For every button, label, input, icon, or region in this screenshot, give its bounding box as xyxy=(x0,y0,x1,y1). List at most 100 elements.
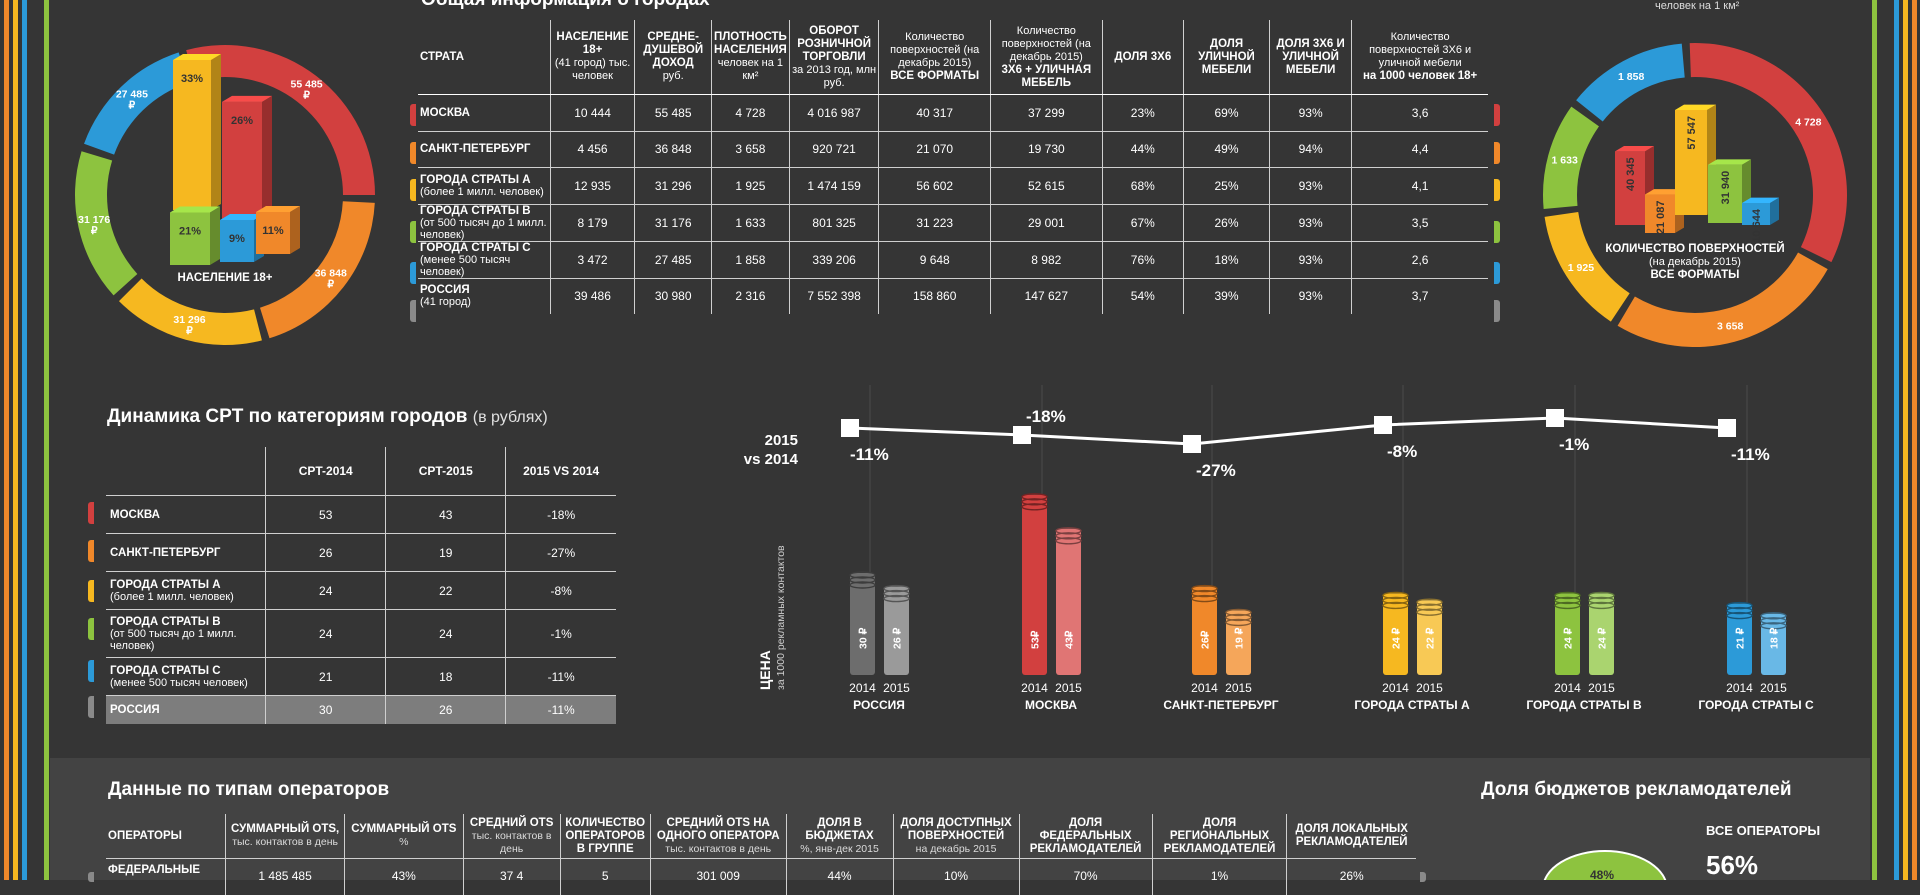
row-name: МОСКВА xyxy=(418,95,550,132)
cell: 1 858 xyxy=(711,241,789,278)
cell: 56 602 xyxy=(879,168,991,205)
ring-label: 3 658 xyxy=(1717,320,1743,332)
row-name: ГОРОДА СТРАТЫ А(более 1 милл. человек) xyxy=(418,168,550,205)
cell: 93% xyxy=(1270,241,1352,278)
op-marker-federal xyxy=(88,872,94,882)
bar-value-label: 30 ₽ xyxy=(858,627,870,649)
header-per-1000: Количество поверхностей 3Х6 и уличной ме… xyxy=(1352,20,1488,95)
op-header-0: ОПЕРАТОРЫ xyxy=(106,814,226,859)
table-row: МОСКВА 10 444 55 485 4 728 4 016 987 40 … xyxy=(418,95,1488,132)
cell: 4,1 xyxy=(1352,168,1488,205)
table-row: ГОРОДА СТРАТЫ А(более 1 милл. человек) 1… xyxy=(418,168,1488,205)
trend-value-label: -11% xyxy=(1731,445,1770,464)
cell: 25% xyxy=(1183,168,1269,205)
cell: 1 474 159 xyxy=(789,168,879,205)
cell: 3,5 xyxy=(1352,204,1488,241)
bar-label: 40 345 xyxy=(1625,157,1637,191)
cell: 8 179 xyxy=(550,204,635,241)
operators-header-row: ОПЕРАТОРЫ СУММАРНЫЙ OTS,тыс. контактов в… xyxy=(106,814,1416,859)
cell: 37 299 xyxy=(991,95,1103,132)
marker-b-right xyxy=(1494,221,1500,243)
bar-side xyxy=(210,207,220,266)
cpt-bar-line-chart: -11%-18%-27%-8%-1%-11%2015vs 2014ЦЕНАза … xyxy=(730,380,1850,725)
cell: 3,6 xyxy=(1352,95,1488,132)
ring-label: ₽ xyxy=(129,100,136,112)
edge-stripe-green-right xyxy=(1872,0,1877,880)
cell: 9 648 xyxy=(879,241,991,278)
cell: 10% xyxy=(893,859,1019,895)
cell: 19 730 xyxy=(991,131,1103,168)
y-axis-label: ЦЕНА xyxy=(757,650,773,690)
cell: 76% xyxy=(1102,241,1183,278)
trend-value-label: -8% xyxy=(1387,442,1417,461)
bar-value-label: 26₽ xyxy=(1200,630,1212,649)
cell: 40 317 xyxy=(879,95,991,132)
cpt-marker-b xyxy=(88,618,94,640)
cell: 4 456 xyxy=(550,131,635,168)
op-header-10: ДОЛЯ ЛОКАЛЬНЫХ РЕКЛАМОДАТЕЛЕЙ xyxy=(1287,814,1416,859)
edge-stripe-orange-right xyxy=(1912,0,1917,880)
line-caption: 2015 xyxy=(765,432,798,449)
x-tick-label: 2014 xyxy=(1382,681,1409,695)
cell: 30 980 xyxy=(635,278,712,314)
op-header-2: СУММАРНЫЙ OTS% xyxy=(344,814,463,859)
table-row: САНКТ-ПЕТЕРБУРГ 4 456 36 848 3 658 920 7… xyxy=(418,131,1488,168)
cell: 301 009 xyxy=(650,859,786,895)
row-name: РОССИЯ xyxy=(106,696,266,725)
category-label: САНКТ-ПЕТЕРБУРГ xyxy=(1163,698,1278,712)
table-row: РОССИЯ(41 город) 39 486 30 980 2 316 7 5… xyxy=(418,278,1488,314)
marker-russia-right xyxy=(1494,300,1500,322)
ring-label: 1 925 xyxy=(1568,262,1594,274)
table-row-total: РОССИЯ 30 26 -11% xyxy=(106,696,616,725)
edge-stripe-yellow-right xyxy=(1903,0,1908,880)
marker-a-right xyxy=(1494,179,1500,201)
cell: 339 206 xyxy=(789,241,879,278)
bar-value-label: 24 ₽ xyxy=(1597,627,1609,649)
ring-label: 1 858 xyxy=(1618,71,1644,83)
income-donut-chart: 55 485₽36 848₽31 296₽31 176₽27 485₽33%26… xyxy=(70,40,380,350)
cell: 21 070 xyxy=(879,131,991,168)
cell: 39% xyxy=(1183,278,1269,314)
bar-value-label: 24 ₽ xyxy=(1563,627,1575,649)
marker-spb-right xyxy=(1494,142,1500,164)
table-row: ГОРОДА СТРАТЫ А(более 1 милл. человек) 2… xyxy=(106,572,616,610)
cell: 3 472 xyxy=(550,241,635,278)
bar-value-label: 53₽ xyxy=(1030,630,1042,649)
cell: 8 982 xyxy=(991,241,1103,278)
edge-stripe-orange-left xyxy=(4,0,9,880)
cell: -11% xyxy=(506,658,616,696)
ring-segment xyxy=(84,52,189,154)
cell: 43% xyxy=(344,859,463,895)
cell: 44% xyxy=(786,859,893,895)
x-tick-label: 2014 xyxy=(1191,681,1218,695)
bar-front xyxy=(170,213,210,266)
x-tick-label: 2015 xyxy=(883,681,910,695)
header-all-formats: Количество поверхностей (на декабрь 2015… xyxy=(879,20,991,95)
bar-side xyxy=(262,96,272,220)
cpt-header-row: CPT-2014 CPT-2015 2015 VS 2014 xyxy=(106,447,616,496)
bar-value-label: 19 ₽ xyxy=(1234,627,1246,649)
header-share-3x6: ДОЛЯ 3Х6 xyxy=(1102,20,1183,95)
cell: -27% xyxy=(506,534,616,572)
op-header-4: КОЛИЧЕСТВО ОПЕРАТОРОВ В ГРУППЕ xyxy=(560,814,650,859)
row-name: САНКТ-ПЕТЕРБУРГ xyxy=(418,131,550,168)
cell: 5 xyxy=(560,859,650,895)
op-header-8: ДОЛЯ ФЕДЕРАЛЬНЫХ РЕКЛАМОДАТЕЛЕЙ xyxy=(1019,814,1152,859)
ring-label: ₽ xyxy=(91,225,98,237)
cpt-marker-a xyxy=(88,580,94,602)
cell: 52 615 xyxy=(991,168,1103,205)
cell: 21 xyxy=(266,658,386,696)
cell: -11% xyxy=(506,696,616,725)
x-tick-label: 2015 xyxy=(1588,681,1615,695)
budget-pie-label: 48% xyxy=(1590,868,1614,880)
cell: 29 001 xyxy=(991,204,1103,241)
trend-line xyxy=(850,418,1727,444)
bar-value-label: 24 ₽ xyxy=(1391,627,1403,649)
cell: 3 658 xyxy=(711,131,789,168)
cell: 24 xyxy=(386,610,506,658)
cell: 55 485 xyxy=(635,95,712,132)
marker-c xyxy=(410,262,416,284)
trend-point xyxy=(1183,435,1201,453)
bar-label: 26% xyxy=(231,115,253,127)
cell: 31 223 xyxy=(879,204,991,241)
